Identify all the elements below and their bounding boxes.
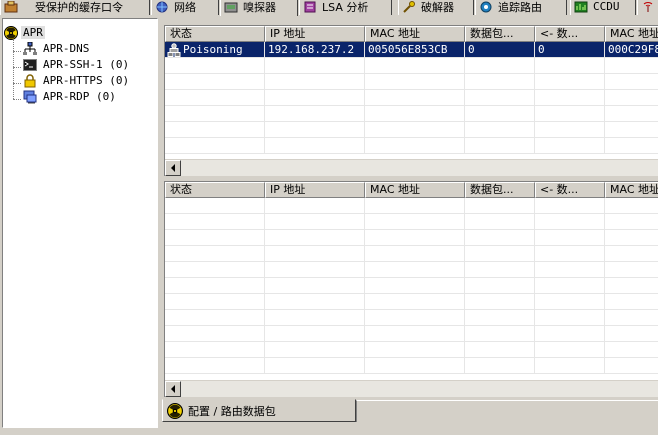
tree-connector <box>13 67 21 68</box>
empty-row <box>165 262 658 278</box>
wireless-icon <box>643 1 653 12</box>
empty-row <box>165 74 658 90</box>
ccdu-icon <box>574 1 588 12</box>
poisoning-hosts-icon <box>167 42 181 57</box>
tree-connector <box>13 99 21 100</box>
horizontal-scrollbar[interactable] <box>165 380 658 397</box>
tab-sniffer[interactable]: 嗅探器 <box>220 0 298 16</box>
arrow-left-icon <box>171 164 175 172</box>
column-header-packets[interactable]: 数据包... <box>465 26 535 42</box>
empty-row <box>165 230 658 246</box>
tree-item-apr-ssh[interactable]: APR-SSH-1 (0) <box>23 57 129 72</box>
tab-network[interactable]: 网络 <box>151 0 219 15</box>
dns-icon <box>23 42 37 55</box>
rdp-icon <box>23 90 37 103</box>
tree-item-label: APR-HTTPS (0) <box>43 74 130 87</box>
tree-connector <box>13 83 21 84</box>
empty-row <box>165 214 658 230</box>
column-header-mac-2[interactable]: MAC 地址 <box>605 26 658 42</box>
empty-row <box>165 294 658 310</box>
bottom-tab-label: 配置 / 路由数据包 <box>188 404 276 418</box>
tab-config-routing-packets[interactable]: 配置 / 路由数据包 <box>162 399 356 422</box>
horizontal-scrollbar[interactable] <box>165 159 658 176</box>
empty-row <box>165 58 658 74</box>
column-header-packets[interactable]: 数据包... <box>465 182 535 198</box>
cell-mac: 005056E853CB <box>365 42 465 58</box>
tree-item-apr[interactable]: APR <box>4 25 45 40</box>
bottom-tab-strip <box>356 400 658 422</box>
tab-label: 破解器 <box>421 0 454 14</box>
upper-host-grid: 状态 IP 地址 MAC 地址 数据包... <- 数... MAC 地址 Po… <box>164 25 658 176</box>
tab-traceroute[interactable]: 追踪路由 <box>475 0 567 15</box>
grid-rows: Poisoning 192.168.237.2 005056E853CB 0 0… <box>165 42 658 154</box>
cell-packets: 0 <box>465 42 535 58</box>
column-header-status[interactable]: 状态 <box>165 26 265 42</box>
cell-mac-2: 000C29F8 <box>605 42 658 58</box>
protected-cache-icon <box>4 0 18 12</box>
column-header-packets-in[interactable]: <- 数... <box>535 182 605 198</box>
empty-row <box>165 326 658 342</box>
column-header-mac[interactable]: MAC 地址 <box>365 26 465 42</box>
tab-ccdu[interactable]: CCDU <box>570 0 636 15</box>
tree-root-label: APR <box>21 26 45 39</box>
scroll-left-button[interactable] <box>165 160 181 176</box>
column-header-packets-in[interactable]: <- 数... <box>535 26 605 42</box>
empty-row <box>165 122 658 138</box>
tab-cracker[interactable]: 破解器 <box>398 0 474 15</box>
empty-row <box>165 90 658 106</box>
empty-row <box>165 106 658 122</box>
cell-packets-in: 0 <box>535 42 605 58</box>
cracker-icon <box>403 0 415 13</box>
tab-label: LSA 分析 <box>322 0 369 14</box>
tab-label: CCDU <box>593 0 620 13</box>
apr-radiation-icon <box>4 25 18 40</box>
empty-row <box>165 138 658 154</box>
empty-row <box>165 278 658 294</box>
traceroute-icon <box>480 1 492 12</box>
tree-connector <box>13 51 21 52</box>
cell-text: Poisoning <box>183 43 243 56</box>
tab-label: 受保护的缓存口令 <box>35 0 123 14</box>
scroll-left-button[interactable] <box>165 381 181 397</box>
column-header-ip[interactable]: IP 地址 <box>265 26 365 42</box>
tab-lsa[interactable]: LSA 分析 <box>299 0 392 15</box>
column-header-mac-2[interactable]: MAC 地址 <box>605 182 658 198</box>
tree-item-apr-https[interactable]: APR-HTTPS (0) <box>23 73 129 88</box>
apr-radiation-icon <box>167 402 183 419</box>
network-icon <box>156 1 168 12</box>
pane-splitter[interactable] <box>164 176 658 180</box>
empty-row <box>165 358 658 374</box>
top-tab-bar: 受保护的缓存口令 网络 嗅探器 LSA 分析 破解器 追踪路由 CCDU <box>0 0 658 16</box>
cell-status: Poisoning <box>165 42 265 58</box>
empty-row <box>165 246 658 262</box>
column-header-mac[interactable]: MAC 地址 <box>365 182 465 198</box>
lower-route-grid: 状态 IP 地址 MAC 地址 数据包... <- 数... MAC 地址 <box>164 181 658 397</box>
tree-item-label: APR-DNS <box>43 42 90 55</box>
tree-item-label: APR-SSH-1 (0) <box>43 58 130 71</box>
https-lock-icon <box>24 73 36 87</box>
arrow-left-icon <box>171 385 175 393</box>
empty-row <box>165 310 658 326</box>
tab-label: 追踪路由 <box>498 0 542 14</box>
ssh-icon <box>23 58 37 71</box>
tab-wireless[interactable] <box>637 0 658 15</box>
apr-tree: APR APR-DNS APR-SSH-1 (0) APR-HTTPS (0) … <box>2 18 158 428</box>
tree-item-apr-rdp[interactable]: APR-RDP (0) <box>23 89 116 104</box>
tab-label: 嗅探器 <box>243 1 276 14</box>
table-row[interactable]: Poisoning 192.168.237.2 005056E853CB 0 0… <box>165 42 658 58</box>
empty-row <box>165 342 658 358</box>
tree-item-label: APR-RDP (0) <box>43 90 116 103</box>
lsa-icon <box>304 1 316 12</box>
column-header-ip[interactable]: IP 地址 <box>265 182 365 198</box>
sniffer-icon <box>224 2 238 13</box>
grid-header: 状态 IP 地址 MAC 地址 数据包... <- 数... MAC 地址 <box>165 182 658 198</box>
column-header-status[interactable]: 状态 <box>165 182 265 198</box>
grid-header: 状态 IP 地址 MAC 地址 数据包... <- 数... MAC 地址 <box>165 26 658 42</box>
tab-protected-cache[interactable]: 受保护的缓存口令 <box>0 0 150 15</box>
empty-row <box>165 198 658 214</box>
tab-label: 网络 <box>174 0 196 14</box>
grid-rows <box>165 198 658 374</box>
cell-ip: 192.168.237.2 <box>265 42 365 58</box>
tree-item-apr-dns[interactable]: APR-DNS <box>23 41 89 56</box>
